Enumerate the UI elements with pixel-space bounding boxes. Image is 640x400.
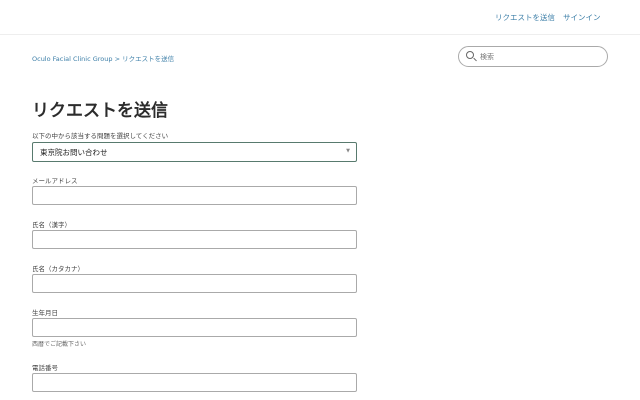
name-kanji-label: 氏名（漢字） — [32, 221, 71, 229]
name-kanji-field[interactable] — [32, 230, 357, 249]
header: リクエストを送信 サインイン — [0, 0, 640, 35]
email-label: メールアドレス — [32, 177, 78, 185]
phone-label: 電話番号 — [32, 364, 58, 372]
name-kana-field[interactable] — [32, 274, 357, 293]
name-kana-label: 氏名（カタカナ） — [32, 265, 84, 273]
breadcrumb[interactable]: Oculo Facial Clinic Group > リクエストを送信 — [32, 53, 174, 63]
search-icon — [466, 51, 474, 59]
issue-select[interactable]: 東京院お問い合わせ ▼ — [32, 142, 357, 162]
birthdate-hint: 西暦でご記載下さい — [32, 341, 87, 348]
nav-sign-in[interactable]: サインイン — [563, 12, 601, 23]
page-title: リクエストを送信 — [32, 101, 168, 121]
nav-submit-request[interactable]: リクエストを送信 — [495, 12, 555, 23]
issue-select-value: 東京院お問い合わせ — [40, 148, 108, 157]
search-placeholder: 検索 — [480, 53, 494, 61]
chevron-down-icon: ▼ — [346, 148, 350, 154]
phone-field[interactable] — [32, 373, 357, 392]
issue-label: 以下の中から該当する問題を選択してください — [32, 132, 169, 140]
search-input[interactable]: 検索 — [458, 46, 608, 67]
birthdate-field[interactable] — [32, 318, 357, 337]
email-field[interactable] — [32, 186, 357, 205]
birthdate-label: 生年月日 — [32, 309, 58, 317]
